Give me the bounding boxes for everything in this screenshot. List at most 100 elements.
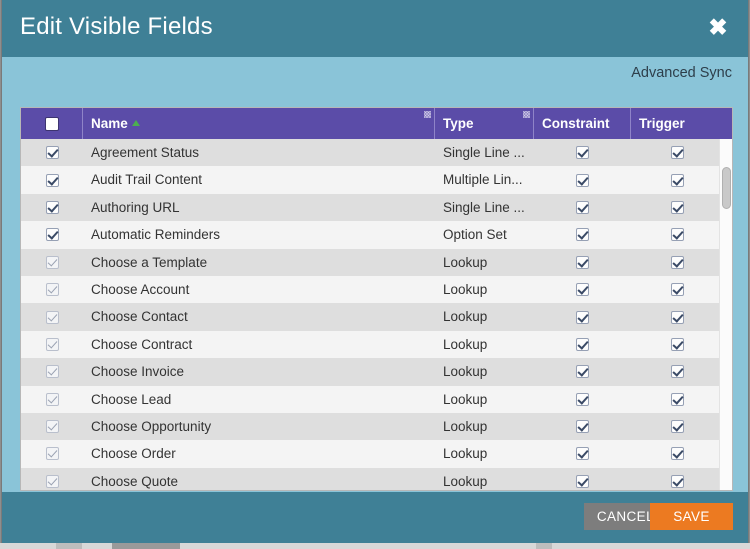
close-icon[interactable]: ✖ <box>704 13 732 41</box>
column-header-name[interactable]: Name <box>83 108 435 139</box>
row-constraint-checkbox[interactable] <box>576 255 589 269</box>
row-trigger-checkbox[interactable] <box>671 228 684 242</box>
row-constraint-cell[interactable] <box>534 413 631 440</box>
row-select-cell[interactable] <box>21 249 83 276</box>
row-trigger-checkbox[interactable] <box>671 337 684 351</box>
row-select-cell[interactable] <box>21 468 83 490</box>
row-trigger-cell[interactable] <box>631 249 724 276</box>
column-resize-handle-name[interactable] <box>424 111 431 118</box>
row-trigger-checkbox[interactable] <box>671 365 684 379</box>
row-constraint-checkbox[interactable] <box>576 228 589 242</box>
row-trigger-cell[interactable] <box>631 468 724 490</box>
row-constraint-checkbox[interactable] <box>576 365 589 379</box>
row-select-checkbox[interactable] <box>45 310 59 324</box>
row-select-checkbox[interactable] <box>45 200 59 214</box>
row-trigger-checkbox[interactable] <box>671 146 684 160</box>
table-row[interactable]: Choose Invoice Lookup <box>21 358 732 386</box>
column-header-trigger[interactable]: Trigger <box>631 108 724 139</box>
row-select-checkbox[interactable] <box>45 365 59 379</box>
row-select-cell[interactable] <box>21 358 83 385</box>
row-select-cell[interactable] <box>21 303 83 330</box>
row-trigger-cell[interactable] <box>631 276 724 303</box>
row-constraint-cell[interactable] <box>534 303 631 330</box>
row-trigger-checkbox[interactable] <box>671 447 684 461</box>
column-resize-handle-type[interactable] <box>523 111 530 118</box>
row-select-cell[interactable] <box>21 194 83 221</box>
row-select-cell[interactable] <box>21 276 83 303</box>
table-row[interactable]: Choose Account Lookup <box>21 275 732 304</box>
row-trigger-cell[interactable] <box>631 303 724 330</box>
row-select-checkbox[interactable] <box>45 146 59 160</box>
table-row[interactable]: Choose Contact Lookup <box>21 303 732 331</box>
row-trigger-checkbox[interactable] <box>671 420 684 434</box>
row-trigger-checkbox[interactable] <box>671 173 684 187</box>
row-constraint-checkbox[interactable] <box>576 447 589 461</box>
row-trigger-checkbox[interactable] <box>671 255 684 269</box>
row-constraint-cell[interactable] <box>534 331 631 358</box>
row-select-checkbox[interactable] <box>45 283 59 297</box>
row-trigger-cell[interactable] <box>631 358 724 385</box>
row-trigger-cell[interactable] <box>631 440 724 467</box>
row-constraint-checkbox[interactable] <box>576 392 589 406</box>
row-constraint-checkbox[interactable] <box>576 173 589 187</box>
row-constraint-cell[interactable] <box>534 221 631 248</box>
table-row[interactable]: Choose Lead Lookup <box>21 385 732 413</box>
row-select-cell[interactable] <box>21 440 83 467</box>
table-row[interactable]: Authoring URL Single Line ... <box>21 193 732 222</box>
table-row[interactable]: Choose Opportunity Lookup <box>21 412 732 441</box>
row-constraint-cell[interactable] <box>534 249 631 276</box>
table-row[interactable]: Choose Contract Lookup <box>21 330 732 359</box>
row-constraint-cell[interactable] <box>534 276 631 303</box>
row-constraint-checkbox[interactable] <box>576 420 589 434</box>
save-button[interactable]: SAVE <box>650 503 733 530</box>
row-select-checkbox[interactable] <box>45 173 59 187</box>
row-select-checkbox[interactable] <box>45 474 59 488</box>
row-select-cell[interactable] <box>21 386 83 413</box>
table-row[interactable]: Choose Quote Lookup <box>21 467 732 490</box>
row-trigger-cell[interactable] <box>631 331 724 358</box>
row-select-cell[interactable] <box>21 166 83 193</box>
advanced-sync-link[interactable]: Advanced Sync <box>631 65 732 81</box>
row-select-checkbox[interactable] <box>45 420 59 434</box>
row-trigger-cell[interactable] <box>631 166 724 193</box>
table-row[interactable]: Audit Trail Content Multiple Lin... <box>21 166 732 194</box>
row-constraint-checkbox[interactable] <box>576 310 589 324</box>
column-header-constraint[interactable]: Constraint <box>534 108 631 139</box>
row-constraint-checkbox[interactable] <box>576 337 589 351</box>
row-trigger-checkbox[interactable] <box>671 283 684 297</box>
grid-scrollbar-thumb[interactable] <box>722 167 731 210</box>
row-constraint-cell[interactable] <box>534 468 631 490</box>
table-row[interactable]: Agreement Status Single Line ... <box>21 139 732 167</box>
row-select-cell[interactable] <box>21 139 83 166</box>
row-select-checkbox[interactable] <box>45 392 59 406</box>
row-constraint-cell[interactable] <box>534 440 631 467</box>
row-constraint-cell[interactable] <box>534 194 631 221</box>
table-row[interactable]: Choose a Template Lookup <box>21 248 732 276</box>
row-select-checkbox[interactable] <box>45 337 59 351</box>
row-constraint-cell[interactable] <box>534 358 631 385</box>
row-trigger-checkbox[interactable] <box>671 392 684 406</box>
select-all-checkbox[interactable] <box>44 116 59 131</box>
row-trigger-cell[interactable] <box>631 139 724 166</box>
row-select-cell[interactable] <box>21 413 83 440</box>
table-row[interactable]: Automatic Reminders Option Set <box>21 221 732 249</box>
row-constraint-cell[interactable] <box>534 386 631 413</box>
row-trigger-cell[interactable] <box>631 194 724 221</box>
row-select-cell[interactable] <box>21 221 83 248</box>
row-constraint-checkbox[interactable] <box>576 474 589 488</box>
row-constraint-checkbox[interactable] <box>576 283 589 297</box>
column-header-select-all[interactable] <box>21 108 83 139</box>
row-constraint-checkbox[interactable] <box>576 200 589 214</box>
row-trigger-cell[interactable] <box>631 386 724 413</box>
row-constraint-cell[interactable] <box>534 139 631 166</box>
table-row[interactable]: Choose Order Lookup <box>21 440 732 468</box>
row-trigger-checkbox[interactable] <box>671 474 684 488</box>
row-trigger-cell[interactable] <box>631 221 724 248</box>
row-trigger-cell[interactable] <box>631 413 724 440</box>
row-select-cell[interactable] <box>21 331 83 358</box>
column-header-type[interactable]: Type <box>435 108 534 139</box>
row-trigger-checkbox[interactable] <box>671 310 684 324</box>
row-select-checkbox[interactable] <box>45 255 59 269</box>
row-select-checkbox[interactable] <box>45 228 59 242</box>
row-constraint-cell[interactable] <box>534 166 631 193</box>
